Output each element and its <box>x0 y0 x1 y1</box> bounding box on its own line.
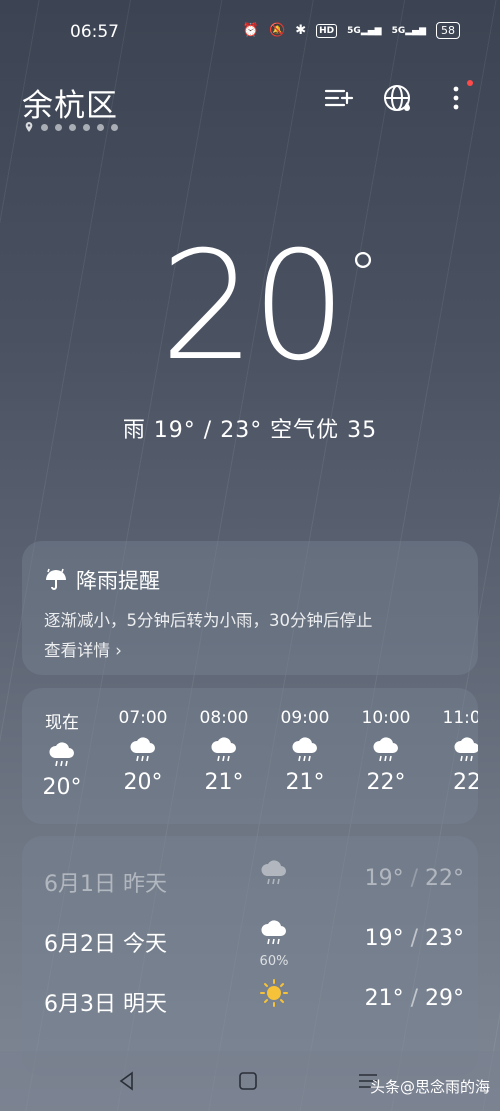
hourly-item[interactable]: 11:00 22 <box>427 708 478 795</box>
hour-temp: 22 <box>453 770 478 795</box>
hour-temp: 20° <box>123 770 163 795</box>
rain-cloud-icon <box>427 730 478 768</box>
current-temp-value: 20 <box>160 220 347 394</box>
signal-icon-2: 5G▂▄▆ <box>391 25 426 36</box>
rain-cloud-icon <box>346 730 426 768</box>
page-dot <box>55 123 62 131</box>
daily-row[interactable]: 6月3日 明天 21° / 29° <box>44 976 464 1026</box>
page-dot <box>111 123 118 131</box>
alarm-icon: ⏰ <box>242 23 260 38</box>
status-icons: ⏰ 🔕 ✱ HD 5G▂▄▆ 5G▂▄▆ 58 <box>243 22 460 39</box>
page-dot <box>83 123 90 131</box>
hour-temp: 20° <box>42 775 82 800</box>
hour-label: 08:00 <box>199 708 249 728</box>
hour-label: 10:00 <box>361 708 411 728</box>
day-temp-range: 21° / 29° <box>364 986 464 1011</box>
rain-cloud-icon <box>254 858 294 890</box>
watermark: 头条@思念雨的海 <box>369 1078 490 1096</box>
signal-icon: 5G▂▄▆ <box>347 25 382 36</box>
page-dot <box>41 123 48 131</box>
hourly-item[interactable]: 09:00 21° <box>265 708 345 795</box>
rain-alert-title-text: 降雨提醒 <box>76 569 160 593</box>
more-menu-icon[interactable] <box>440 82 472 114</box>
daily-row[interactable]: 6月2日 今天 60% 19° / 23° <box>44 916 464 969</box>
hour-label: 11:00 <box>442 708 479 728</box>
hourly-item[interactable]: 08:00 21° <box>184 708 264 795</box>
hourly-item[interactable]: 现在 20° <box>22 708 102 800</box>
rain-cloud-icon <box>103 730 183 768</box>
bluetooth-icon: ✱ <box>295 23 307 38</box>
hour-temp: 22° <box>366 770 406 795</box>
hourly-forecast-card[interactable]: 现在 20° 07:00 20° 08:00 21° 09:00 21° 10:… <box>22 688 478 824</box>
notification-dot <box>467 80 473 86</box>
day-date: 6月2日 今天 <box>44 932 167 957</box>
status-time: 06:57 <box>70 22 119 42</box>
page-indicator <box>24 122 118 132</box>
hourly-item[interactable]: 10:00 22° <box>346 708 426 795</box>
page-dot <box>69 123 76 131</box>
page-dot <box>97 123 104 131</box>
hd-badge: HD <box>316 23 338 38</box>
sun-icon <box>254 978 294 1012</box>
view-details-link[interactable]: 查看详情 › <box>44 637 122 661</box>
current-temperature: 20 ° <box>0 222 500 392</box>
rain-alert-card[interactable]: 降雨提醒 逐渐减小，5分钟后转为小雨，30分钟后停止 查看详情 › <box>22 541 478 675</box>
hour-temp: 21° <box>204 770 244 795</box>
city-name[interactable]: 余杭区 <box>22 80 118 125</box>
daily-forecast-card[interactable]: 6月1日 昨天 19° / 22° 6月2日 今天 60% 19° / 23° … <box>22 836 478 1076</box>
weather-summary[interactable]: 雨 19° / 23° 空气优 35 <box>0 412 500 444</box>
status-bar: 06:57 ⏰ 🔕 ✱ HD 5G▂▄▆ 5G▂▄▆ 58 <box>0 18 500 46</box>
rain-alert-title: 降雨提醒 <box>44 565 160 595</box>
location-pin-icon <box>25 122 33 132</box>
system-nav-bar: 头条@思念雨的海 <box>0 1051 500 1111</box>
back-icon[interactable] <box>115 1069 139 1093</box>
battery-icon: 58 <box>436 22 460 39</box>
mute-icon: 🔕 <box>269 23 286 38</box>
day-date: 6月1日 昨天 <box>44 872 167 897</box>
rain-cloud-icon <box>265 730 345 768</box>
home-icon[interactable] <box>236 1069 260 1093</box>
daily-row[interactable]: 6月1日 昨天 19° / 22° <box>44 856 464 906</box>
hour-label: 07:00 <box>118 708 168 728</box>
rain-cloud-icon <box>22 735 102 773</box>
hourly-item[interactable]: 07:00 20° <box>103 708 183 795</box>
day-temp-range: 19° / 22° <box>364 866 464 891</box>
top-bar: 余杭区 <box>0 78 500 138</box>
hour-label: 09:00 <box>280 708 330 728</box>
add-city-icon[interactable] <box>322 82 354 114</box>
day-date: 6月3日 明天 <box>44 992 167 1017</box>
rain-alert-desc: 逐渐减小，5分钟后转为小雨，30分钟后停止 <box>44 611 373 630</box>
globe-icon[interactable] <box>382 82 414 114</box>
hour-temp: 21° <box>285 770 325 795</box>
degree-symbol: ° <box>348 240 378 310</box>
hour-label: 现在 <box>45 713 79 733</box>
precip-probability: 60% <box>259 954 289 969</box>
rain-cloud-icon <box>254 918 294 950</box>
rain-cloud-icon <box>184 730 264 768</box>
umbrella-icon <box>46 568 66 590</box>
day-temp-range: 19° / 23° <box>364 926 464 951</box>
